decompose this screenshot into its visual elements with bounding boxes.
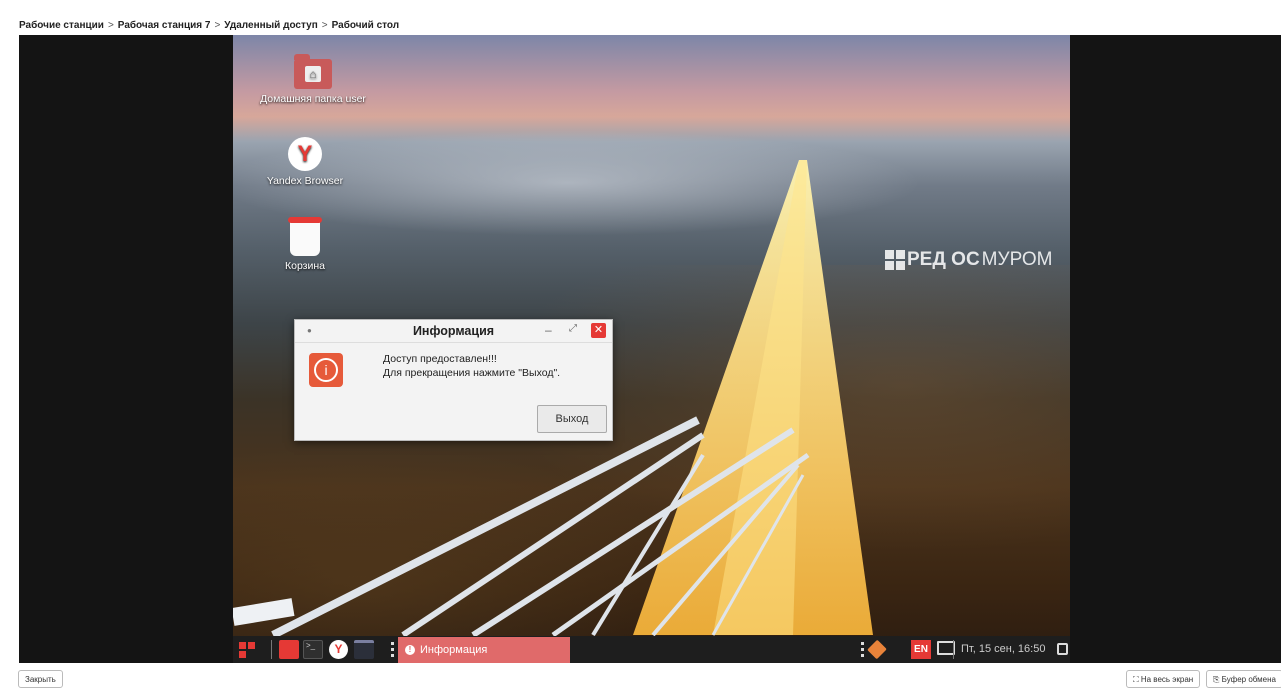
breadcrumb-item[interactable]: Удаленный доступ	[224, 20, 317, 31]
exit-button[interactable]: Выход	[537, 405, 607, 433]
dialog-message: Доступ предоставлен!!! Для прекращения н…	[383, 352, 560, 380]
clipboard-icon: ⎘	[1213, 675, 1220, 684]
breadcrumb-separator: >	[214, 20, 221, 31]
remote-desktop-screen[interactable]: ⌂ Домашняя папка user Y Yandex Browser К…	[233, 35, 1070, 663]
desktop-icon-home-folder[interactable]: ⌂ Домашняя папка user	[258, 54, 368, 105]
maximize-icon[interactable]: ⤢	[569, 323, 577, 334]
dialog-message-line: Доступ предоставлен!!!	[383, 353, 497, 365]
dialog-titlebar[interactable]: ● Информация – ⤢ ✕	[295, 320, 612, 343]
trash-icon	[288, 217, 322, 256]
breadcrumb: Рабочие станции > Рабочая станция 7 > Удален…	[19, 20, 399, 31]
terminal-icon[interactable]: >_	[303, 640, 323, 659]
dialog-message-line: Для прекращения нажмите "Выход".	[383, 367, 561, 379]
taskbar-drag-handle-icon[interactable]	[391, 642, 394, 657]
package-updater-icon[interactable]	[867, 639, 887, 660]
breadcrumb-item[interactable]: Рабочая станция 7	[118, 20, 211, 31]
breadcrumb-separator: >	[321, 20, 328, 31]
info-dialog: ● Информация – ⤢ ✕ i Доступ предоставлен…	[294, 319, 613, 441]
taskbar-task-label: Информация	[420, 644, 488, 656]
window-switcher-icon[interactable]	[354, 640, 374, 659]
dialog-title: Информация	[412, 324, 495, 338]
minimize-icon[interactable]: –	[545, 323, 552, 337]
os-logo-icon	[885, 250, 905, 270]
desktop-icon-label: Корзина	[285, 260, 325, 272]
taskbar-separator	[953, 640, 954, 659]
fullscreen-icon: ⛶	[1133, 675, 1139, 684]
clipboard-label: Буфер обмена	[1221, 675, 1276, 684]
home-folder-icon: ⌂	[294, 54, 332, 89]
desktop-icon-trash[interactable]: Корзина	[250, 217, 360, 272]
show-desktop-icon[interactable]	[1057, 643, 1068, 655]
close-button[interactable]: Закрыть	[18, 670, 63, 688]
close-icon[interactable]: ✕	[591, 323, 606, 338]
fullscreen-label: На весь экран	[1140, 675, 1194, 684]
yandex-browser-icon: Y	[288, 137, 322, 171]
breadcrumb-separator: >	[107, 20, 114, 31]
file-manager-icon[interactable]	[279, 640, 299, 659]
desktop-icon-label: Yandex Browser	[266, 175, 344, 187]
os-brand-city: МУРОМ	[981, 249, 1053, 270]
taskbar-separator	[271, 640, 272, 659]
os-watermark-logo: РЕД ОС МУРОМ	[885, 249, 1052, 271]
info-icon: i	[309, 353, 343, 387]
taskbar-task-info[interactable]: ! Информация	[398, 637, 570, 663]
info-icon: !	[405, 645, 415, 655]
breadcrumb-item[interactable]: Рабочие станции	[19, 20, 104, 31]
yandex-browser-icon[interactable]: Y	[329, 640, 348, 659]
desktop-icon-label: Домашняя папка user	[260, 93, 366, 105]
os-brand: РЕД ОС	[907, 249, 980, 270]
taskbar: >_ Y ! Информация EN Пт, 15 сен, 16:50	[233, 636, 1070, 663]
start-menu-icon[interactable]	[239, 642, 255, 658]
taskbar-clock[interactable]: Пт, 15 сен, 16:50	[961, 636, 1045, 663]
desktop-icon-yandex-browser[interactable]: Y Yandex Browser	[250, 137, 360, 187]
breadcrumb-item-current: Рабочий стол	[331, 20, 400, 31]
keyboard-layout-indicator[interactable]: EN	[911, 640, 931, 659]
tray-drag-handle-icon[interactable]	[861, 642, 864, 657]
fullscreen-button[interactable]: ⛶ На весь экран	[1126, 670, 1201, 688]
remote-desktop-viewer[interactable]: ⌂ Домашняя папка user Y Yandex Browser К…	[19, 35, 1281, 663]
clipboard-button[interactable]: ⎘ Буфер обмена	[1206, 670, 1281, 688]
